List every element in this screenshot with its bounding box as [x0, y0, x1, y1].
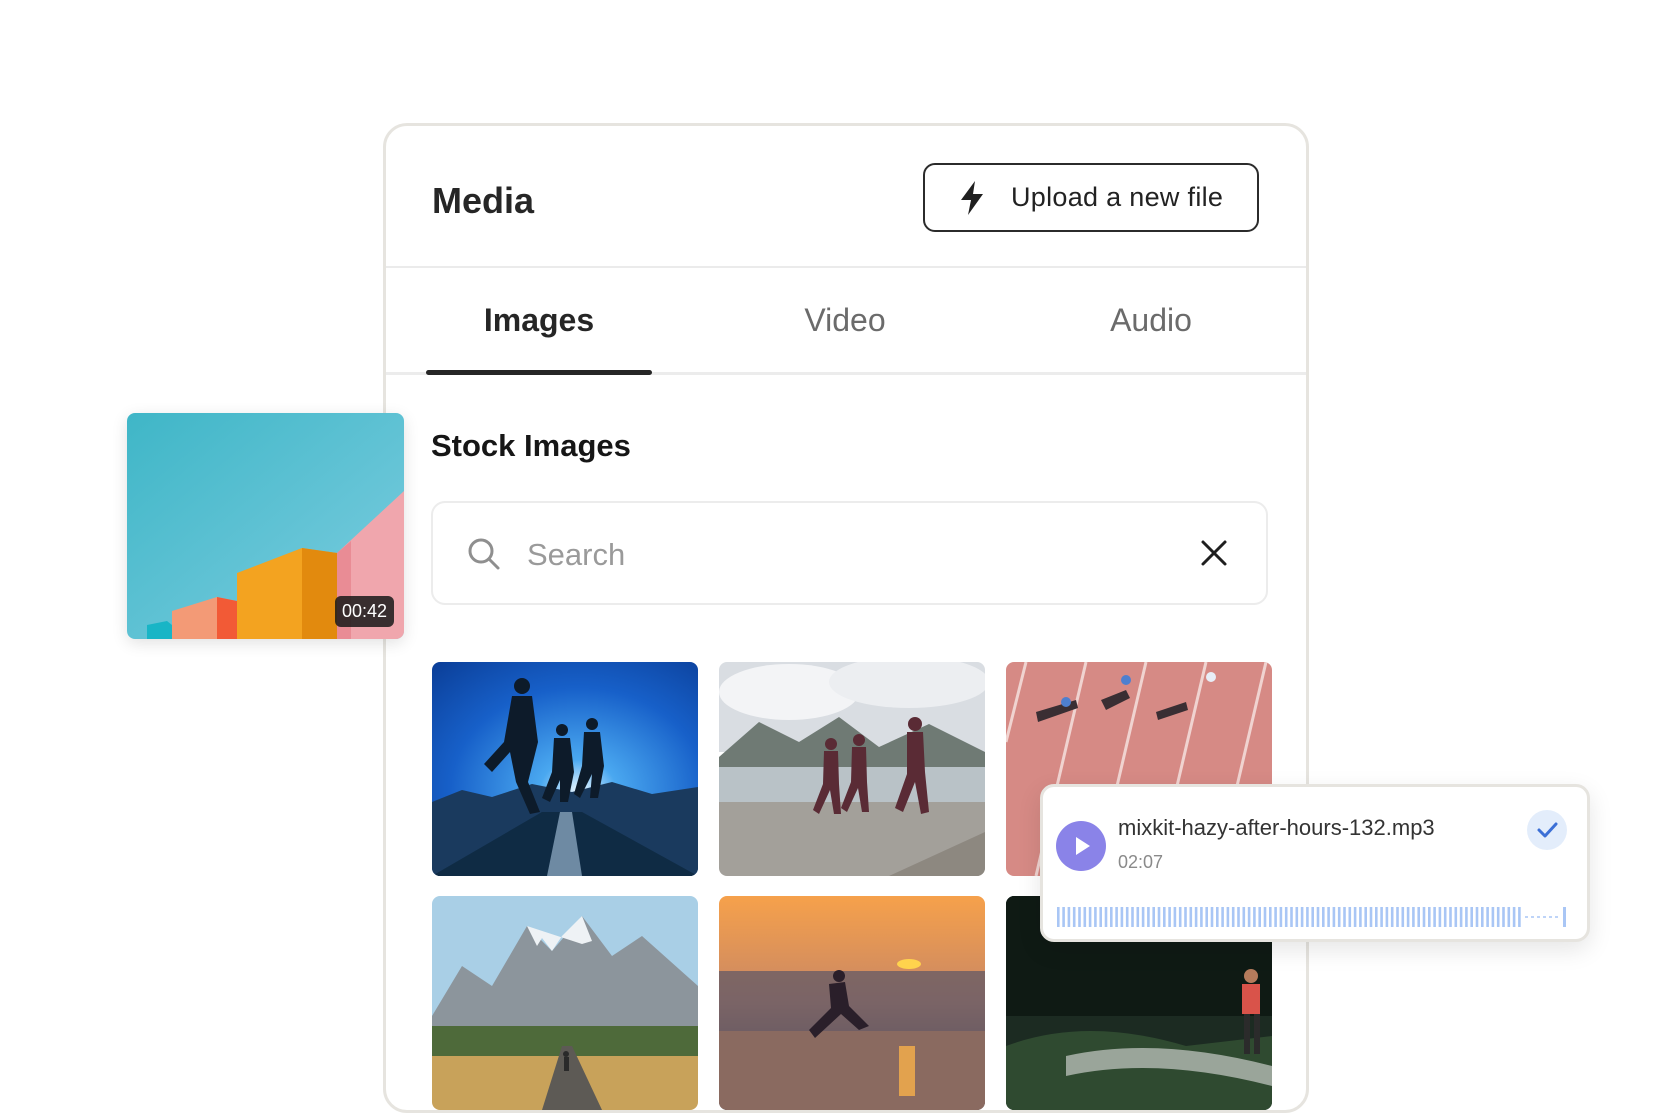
tab-audio[interactable]: Audio [998, 268, 1304, 372]
check-icon [1537, 822, 1558, 838]
search-box [431, 501, 1268, 605]
stock-image-runners-silhouette[interactable] [432, 662, 698, 876]
upload-button[interactable]: Upload a new file [923, 163, 1259, 232]
play-button[interactable] [1056, 821, 1106, 871]
audio-file-card[interactable]: mixkit-hazy-after-hours-132.mp3 02:07 [1040, 784, 1590, 942]
audio-duration: 02:07 [1118, 852, 1164, 872]
video-thumbnail[interactable]: 00:42 [127, 413, 404, 639]
play-icon [1076, 837, 1090, 855]
media-panel: Media Upload a new file Images Video Aud… [383, 123, 1309, 1113]
tab-video[interactable]: Video [692, 268, 998, 372]
media-tabs: Images Video Audio [386, 268, 1306, 375]
search-icon [468, 538, 500, 570]
video-duration-badge: 00:42 [334, 596, 394, 627]
tab-images[interactable]: Images [386, 268, 692, 375]
upload-button-label: Upload a new file [1011, 182, 1224, 212]
audio-filename: mixkit-hazy-after-hours-132.mp3 [1118, 815, 1435, 840]
bolt-icon [959, 180, 989, 216]
stock-image-mountain-road[interactable] [432, 896, 698, 1110]
selected-check[interactable] [1527, 810, 1567, 850]
stock-image-women-running-lakeside[interactable] [719, 662, 985, 876]
audio-waveform[interactable] [1055, 905, 1580, 929]
stock-image-sunset-beach-run[interactable] [719, 896, 985, 1110]
panel-title: Media [432, 180, 535, 221]
close-icon[interactable] [1200, 539, 1228, 567]
section-title: Stock Images [431, 428, 631, 463]
panel-header: Media Upload a new file [386, 126, 1306, 268]
search-input[interactable] [525, 525, 1169, 585]
